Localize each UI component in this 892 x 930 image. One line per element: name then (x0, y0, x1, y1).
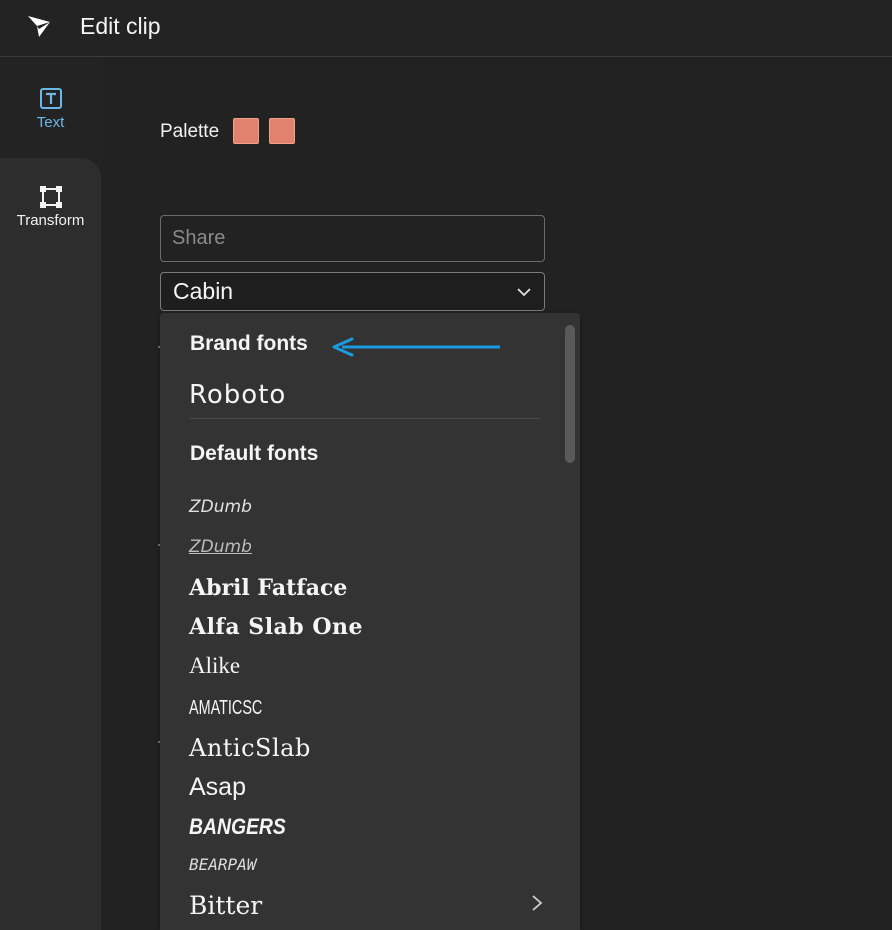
font-option-bangers[interactable]: BANGERS (189, 814, 286, 840)
default-fonts-header: Default fonts (190, 442, 319, 465)
font-option-zdumb-alt[interactable]: ZDumb (189, 537, 252, 557)
top-bar: Edit clip (0, 0, 892, 57)
page-title: Edit clip (80, 13, 161, 39)
palette-swatch[interactable] (233, 118, 259, 144)
font-option-alike[interactable]: Alike (189, 653, 240, 679)
dropdown-divider (190, 418, 540, 419)
palette-label: Palette (160, 121, 220, 142)
font-option-alfa-slab-one[interactable]: Alfa Slab One (189, 614, 363, 640)
sidebar-item-transform[interactable]: Transform (0, 158, 101, 930)
sidebar-item-text[interactable]: Text (0, 58, 101, 158)
font-option-bearpaw[interactable]: BEARPAW (189, 855, 256, 874)
font-option-asap[interactable]: Asap (189, 773, 246, 802)
font-option-roboto[interactable]: Roboto (189, 380, 286, 410)
font-option-zdumb[interactable]: ZDumb (189, 497, 252, 517)
sidebar-item-label: Text (36, 114, 65, 131)
arrow-pointer-icon (332, 337, 500, 357)
chevron-right-icon[interactable] (530, 894, 544, 912)
font-select[interactable]: Cabin (160, 272, 545, 311)
font-option-amaticsc[interactable]: AMATICSC (189, 697, 262, 720)
font-option-abril-fatface[interactable]: Abril Fatface (189, 575, 347, 601)
font-option-bitter[interactable]: Bitter (189, 891, 262, 920)
palette-swatch[interactable] (269, 118, 295, 144)
dropdown-scrollbar[interactable] (565, 325, 575, 463)
brand-fonts-header: Brand fonts (190, 332, 308, 355)
font-option-anticslab[interactable]: AnticSlab (189, 734, 311, 762)
share-input[interactable] (160, 215, 545, 262)
font-select-value: Cabin (173, 278, 234, 304)
paper-plane-logo-icon (28, 16, 50, 37)
sidebar: Text Transform (0, 58, 101, 930)
transform-frame-icon (39, 186, 62, 208)
text-box-icon (39, 88, 62, 109)
chevron-down-icon (517, 287, 531, 296)
sidebar-item-label: Transform (16, 212, 85, 229)
